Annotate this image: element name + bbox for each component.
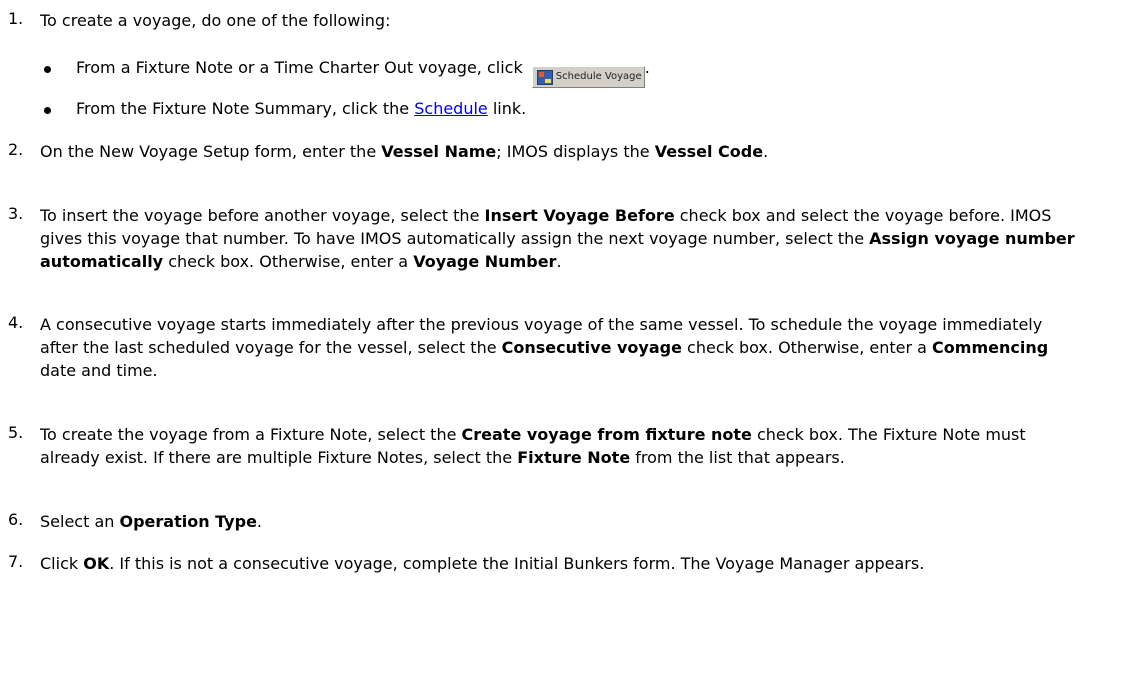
step-text: Select an Operation Type. — [40, 512, 263, 531]
schedule-link[interactable]: Schedule — [414, 99, 488, 118]
step-number: 3. — [8, 204, 24, 223]
schedule-voyage-button-image: Schedule Voyage — [531, 66, 645, 88]
bullet-icon — [44, 107, 51, 114]
step-text: Click OK. If this is not a consecutive v… — [40, 554, 925, 573]
step-text: To insert the voyage before another voya… — [40, 206, 1075, 271]
step-number: 7. — [8, 552, 24, 571]
step-text: To create the voyage from a Fixture Note… — [40, 425, 1026, 467]
step-number: 2. — [8, 140, 24, 159]
schedule-calendar-icon — [536, 70, 553, 85]
bullet-icon — [44, 66, 51, 73]
step-number: 5. — [8, 423, 24, 442]
step-number: 6. — [8, 510, 24, 529]
instructions-document: 1. To create a voyage, do one of the fol… — [0, 0, 1124, 700]
step-number: 1. — [8, 9, 24, 28]
step-number: 4. — [8, 313, 24, 332]
step-text: To create a voyage, do one of the follow… — [40, 11, 391, 30]
step-text: A consecutive voyage starts immediately … — [40, 315, 1049, 380]
step-text: On the New Voyage Setup form, enter the … — [40, 142, 769, 161]
